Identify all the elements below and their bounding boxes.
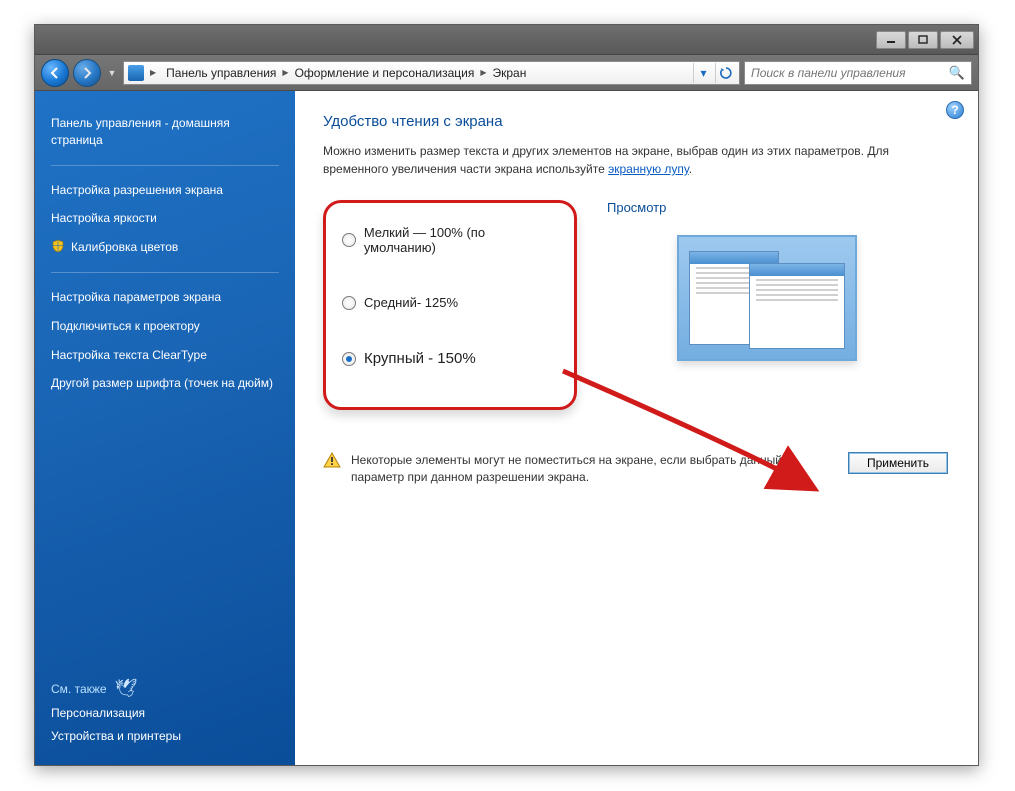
- forward-button[interactable]: [73, 59, 101, 87]
- radio-medium[interactable]: Средний- 125%: [342, 295, 558, 310]
- page-title: Удобство чтения с экрана: [323, 113, 948, 130]
- sidebar-link-calibration[interactable]: Калибровка цветов: [51, 239, 279, 256]
- warning-text: Некоторые элементы могут не поместиться …: [351, 452, 838, 487]
- sidebar-bottom: См. также 🕊 Персонализация Устройства и …: [51, 678, 279, 751]
- bird-icon: 🕊: [115, 678, 138, 699]
- radio-label: Крупный - 150%: [364, 350, 476, 367]
- chevron-right-icon: ▶: [280, 68, 290, 77]
- control-panel-window: ▼ ▶ Панель управления ▶ Оформление и пер…: [34, 24, 979, 766]
- options-row: Мелкий — 100% (по умолчанию) Средний- 12…: [323, 200, 948, 410]
- sidebar-link-cleartype[interactable]: Настройка текста ClearType: [51, 347, 279, 364]
- arrow-right-icon: [81, 67, 93, 79]
- back-button[interactable]: [41, 59, 69, 87]
- see-also-heading: См. также 🕊: [51, 678, 279, 699]
- desc-text-end: .: [689, 162, 692, 176]
- see-also-label: См. также: [51, 682, 107, 696]
- radio-label: Средний- 125%: [364, 295, 458, 310]
- radio-large[interactable]: Крупный - 150%: [342, 350, 558, 367]
- preview-label: Просмотр: [607, 200, 948, 215]
- search-input[interactable]: [751, 66, 945, 80]
- apply-button[interactable]: Применить: [848, 452, 948, 474]
- refresh-icon: [719, 66, 733, 80]
- help-button[interactable]: ?: [946, 101, 964, 119]
- magnifier-link[interactable]: экранную лупу: [608, 162, 689, 176]
- sidebar-link-brightness[interactable]: Настройка яркости: [51, 210, 279, 227]
- breadcrumb-seg-2[interactable]: Оформление и персонализация: [291, 66, 479, 80]
- radio-selected-icon: [342, 352, 356, 366]
- warning-icon: [323, 452, 341, 468]
- preview-window-icon: [749, 263, 845, 349]
- control-panel-icon: [128, 65, 144, 81]
- address-dropdown[interactable]: ▾: [693, 63, 713, 83]
- see-also-personalization[interactable]: Персонализация: [51, 705, 279, 722]
- close-button[interactable]: [940, 31, 974, 49]
- search-icon: 🔍: [949, 65, 965, 81]
- warning-row: Некоторые элементы могут не поместиться …: [323, 452, 948, 487]
- preview-section: Просмотр: [607, 200, 948, 361]
- separator: [51, 272, 279, 273]
- close-icon: [952, 35, 962, 45]
- sidebar-link-projector[interactable]: Подключиться к проектору: [51, 318, 279, 335]
- sidebar-link-resolution[interactable]: Настройка разрешения экрана: [51, 182, 279, 199]
- titlebar: [35, 25, 978, 55]
- chevron-right-icon: ▶: [478, 68, 488, 77]
- breadcrumb: Панель управления ▶ Оформление и персона…: [162, 66, 689, 80]
- radio-icon: [342, 233, 356, 247]
- maximize-button[interactable]: [908, 31, 938, 49]
- page-description: Можно изменить размер текста и других эл…: [323, 142, 943, 178]
- see-also-devices[interactable]: Устройства и принтеры: [51, 728, 279, 745]
- maximize-icon: [918, 35, 928, 44]
- sidebar-item-label: Калибровка цветов: [71, 239, 178, 256]
- content-pane: ? Удобство чтения с экрана Можно изменит…: [295, 91, 978, 765]
- sidebar-home-link[interactable]: Панель управления - домашняя страница: [51, 115, 279, 149]
- chevron-right-icon: ▶: [148, 68, 158, 77]
- nav-history-dropdown[interactable]: ▼: [105, 63, 119, 83]
- sidebar-link-display-params[interactable]: Настройка параметров экрана: [51, 289, 279, 306]
- arrow-left-icon: [49, 67, 61, 79]
- separator: [51, 165, 279, 166]
- size-options-group: Мелкий — 100% (по умолчанию) Средний- 12…: [323, 200, 577, 410]
- refresh-button[interactable]: [715, 63, 735, 83]
- radio-icon: [342, 296, 356, 310]
- minimize-icon: [886, 36, 896, 44]
- desc-text: Можно изменить размер текста и других эл…: [323, 144, 889, 176]
- preview-image: [677, 235, 857, 361]
- address-bar[interactable]: ▶ Панель управления ▶ Оформление и персо…: [123, 61, 740, 85]
- breadcrumb-seg-1[interactable]: Панель управления: [162, 66, 280, 80]
- navigation-bar: ▼ ▶ Панель управления ▶ Оформление и пер…: [35, 55, 978, 91]
- sidebar-link-dpi[interactable]: Другой размер шрифта (точек на дюйм): [51, 375, 279, 392]
- radio-small[interactable]: Мелкий — 100% (по умолчанию): [342, 225, 558, 255]
- sidebar: Панель управления - домашняя страница На…: [35, 91, 295, 765]
- minimize-button[interactable]: [876, 31, 906, 49]
- window-body: Панель управления - домашняя страница На…: [35, 91, 978, 765]
- shield-icon: [51, 239, 65, 253]
- radio-label: Мелкий — 100% (по умолчанию): [364, 225, 558, 255]
- breadcrumb-seg-3[interactable]: Экран: [488, 66, 530, 80]
- search-box[interactable]: 🔍: [744, 61, 972, 85]
